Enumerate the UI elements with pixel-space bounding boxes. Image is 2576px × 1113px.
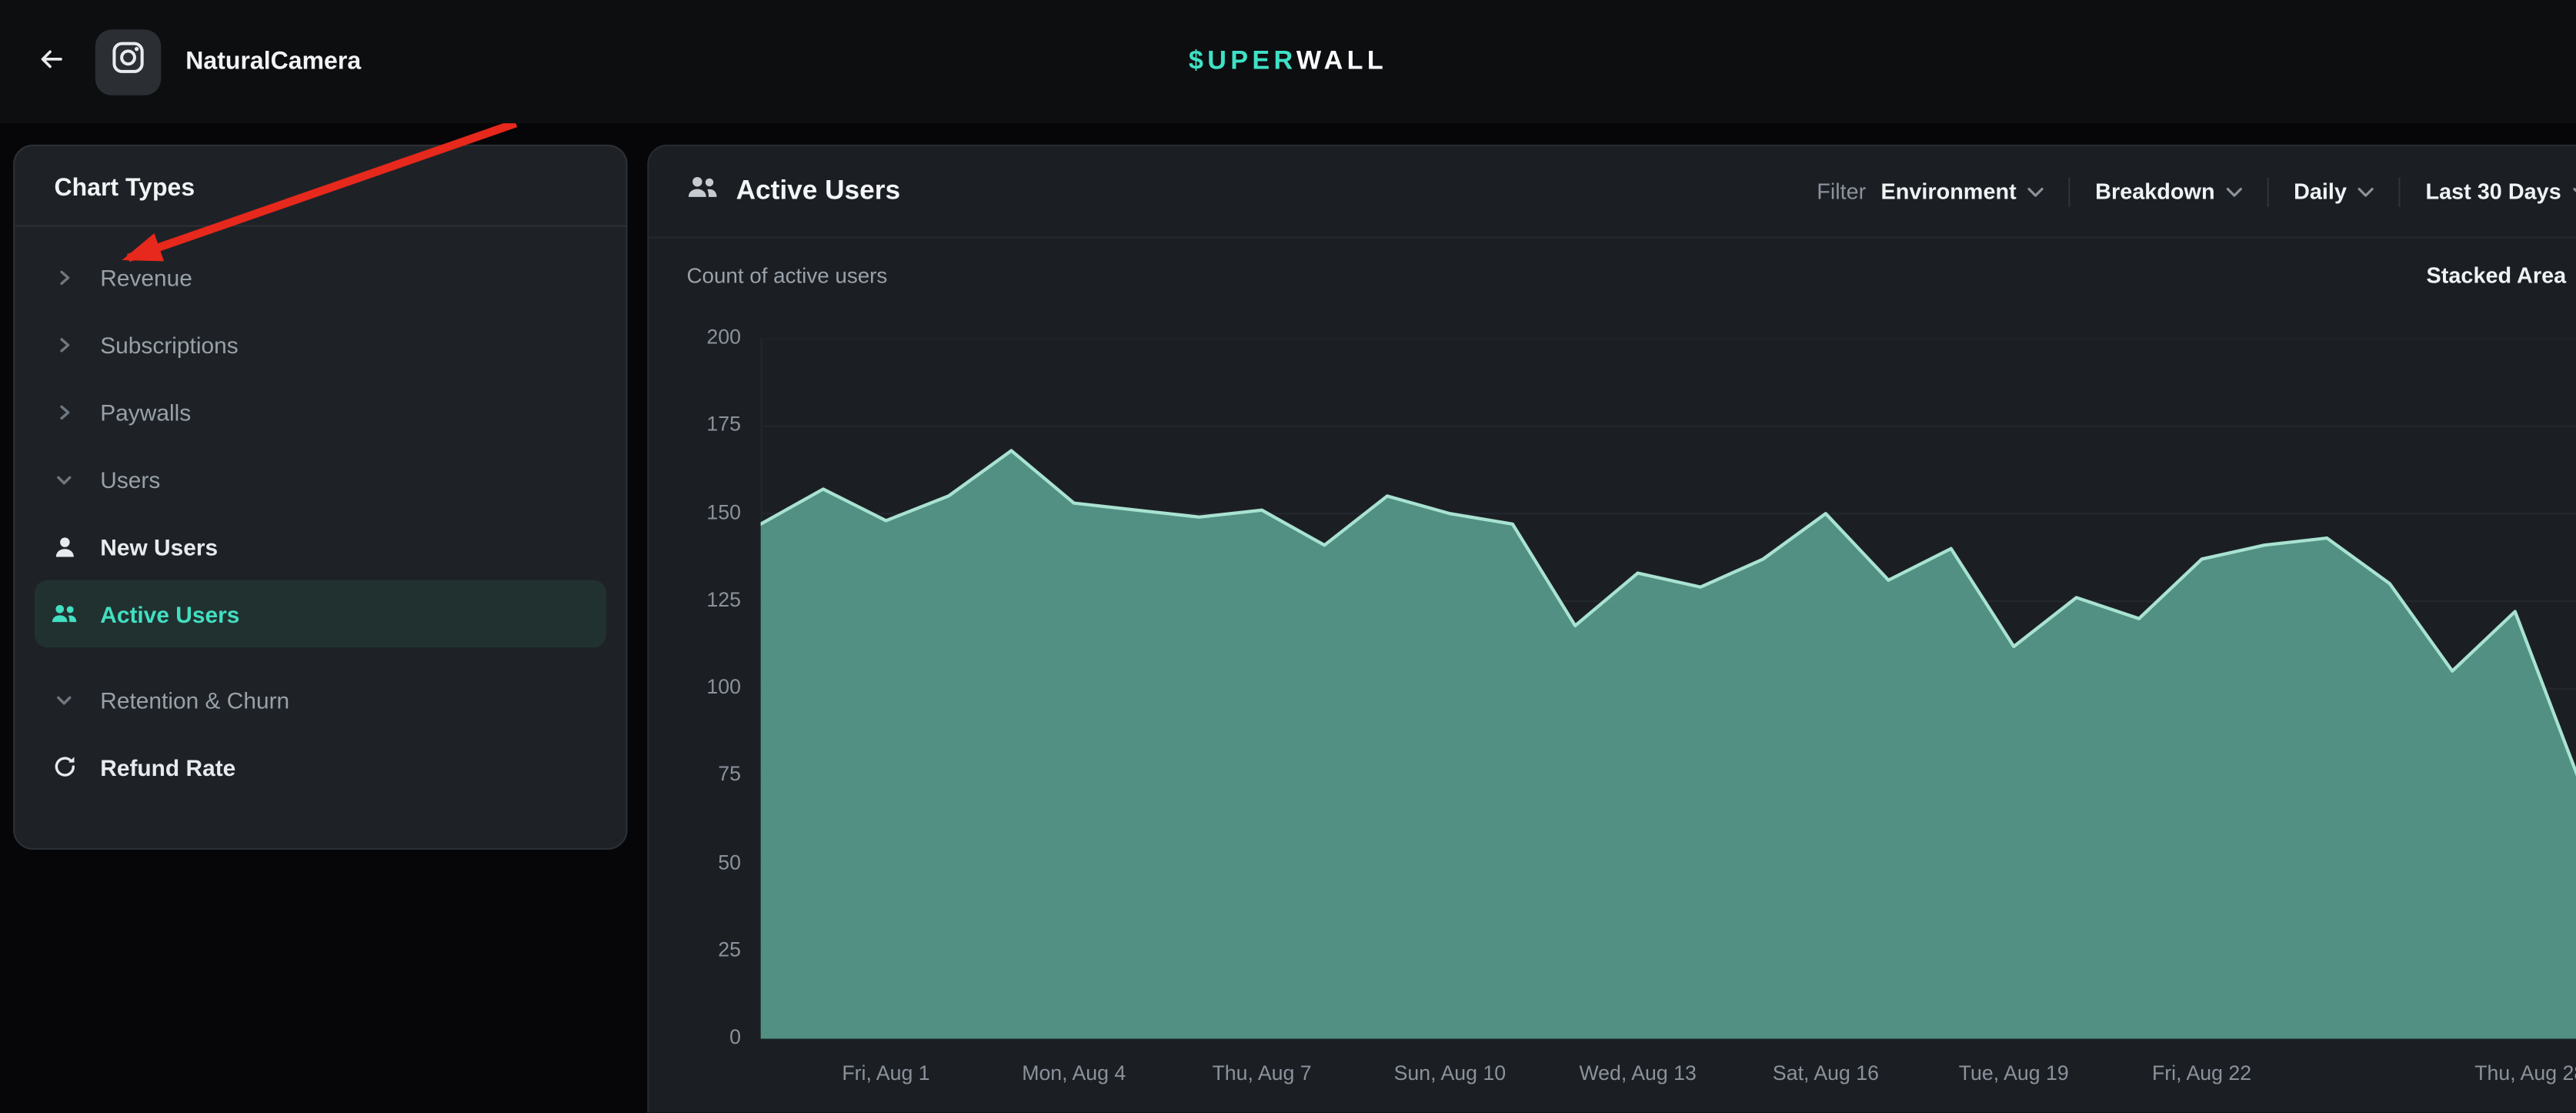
main-title-wrap: Active Users [687,175,901,207]
chevron-down-icon [2573,186,2576,196]
chart-types-panel: Chart Types Revenue Subscriptions Paywal… [13,145,628,850]
chart-type-value: Stacked Area [2427,263,2567,288]
x-tick-label: Fri, Aug 1 [842,1061,929,1085]
sidebar-item-active-users[interactable]: Active Users [35,580,606,648]
sidebar-group-label: Revenue [100,264,192,290]
user-icon [51,535,77,558]
sidebar-group-label: Subscriptions [100,331,238,357]
sidebar-group-label: Paywalls [100,399,191,425]
chevron-right-icon [51,267,77,287]
sub-header: Count of active users Stacked Area [649,239,2576,288]
active-users-chart: 2001751501251007550250 Fri, Aug 1Mon, Au… [649,339,2576,1111]
sidebar-group-subscriptions[interactable]: Subscriptions [35,311,606,379]
sidebar-item-label: Refund Rate [100,754,235,780]
chevron-down-icon [2227,186,2243,196]
arrow-left-icon [36,46,65,78]
y-axis-labels: 2001751501251007550250 [649,339,741,1039]
logo-white-part: WALL [1296,47,1387,75]
camera-icon [110,39,146,84]
breakdown-dropdown[interactable]: Breakdown [2070,179,2267,204]
chart-type-dropdown[interactable]: Stacked Area [2427,263,2576,288]
sidebar-item-refund-rate[interactable]: Refund Rate [35,733,606,800]
x-tick-label: Thu, Aug 7 [1212,1061,1311,1085]
interval-value: Daily [2294,179,2347,204]
sidebar-group-revenue[interactable]: Revenue [35,243,606,311]
app: NaturalCamera $UPERWALL Chart Types Reve… [0,0,2576,1113]
area-chart-svg [761,339,2576,1039]
plot-area [761,339,2576,1039]
superwall-logo: $UPERWALL [1189,47,1387,76]
filter-label: Filter [1817,179,1866,204]
sidebar-group-label: Users [100,466,160,492]
x-tick-label: Sat, Aug 16 [1773,1061,1879,1085]
x-tick-label: Tue, Aug 19 [1959,1061,2069,1085]
y-tick-label: 25 [649,938,741,961]
sidebar-group-paywalls[interactable]: Paywalls [35,378,606,446]
y-tick-label: 75 [649,763,741,786]
interval-dropdown[interactable]: Daily [2269,179,2399,204]
chevron-down-icon [2358,186,2374,196]
x-tick-label: Mon, Aug 4 [1022,1061,1126,1085]
sidebar-item-new-users[interactable]: New Users [35,513,606,580]
chevron-right-icon [51,402,77,422]
chevron-down-icon [51,470,77,490]
y-tick-label: 50 [649,851,741,874]
environment-filter-dropdown[interactable]: Filter Environment [1792,179,2069,204]
main-panel: Active Users Filter Environment Breakdow… [647,145,2576,1113]
sidebar-item-label: Active Users [100,600,239,627]
x-tick-label: Fri, Aug 22 [2152,1061,2251,1085]
chevron-right-icon [51,335,77,355]
y-tick-label: 150 [649,500,741,523]
app-name: NaturalCamera [185,48,361,75]
main-header: Active Users Filter Environment Breakdow… [649,146,2576,239]
sidebar-group-users[interactable]: Users [35,446,606,513]
y-tick-label: 125 [649,588,741,611]
date-range-value: Last 30 Days [2425,179,2561,204]
x-tick-label: Sun, Aug 10 [1394,1061,1506,1085]
chevron-down-icon [2028,186,2044,196]
x-tick-label: Thu, Aug 28 [2474,1061,2576,1085]
logo-teal-part: $UPER [1189,47,1296,75]
sidebar-group-retention-churn[interactable]: Retention & Churn [35,666,606,734]
date-range-dropdown[interactable]: Last 30 Days [2401,179,2576,204]
chart-types-nav: Revenue Subscriptions Paywalls Users New [15,227,626,824]
y-tick-label: 100 [649,676,741,699]
sidebar-group-label: Retention & Churn [100,686,289,712]
chart-subtitle: Count of active users [687,263,888,288]
content-area: Chart Types Revenue Subscriptions Paywal… [0,123,2576,1112]
chevron-down-icon [51,690,77,710]
app-icon [95,28,161,94]
topbar: NaturalCamera $UPERWALL [0,0,2576,123]
environment-value: Environment [1881,179,2017,204]
x-axis-labels: Fri, Aug 1 Mon, Aug 4 Thu, Aug 7 Sun, Aug 1… [761,1061,2576,1095]
x-tick-label: Wed, Aug 13 [1579,1061,1696,1085]
y-tick-label: 0 [649,1025,741,1048]
panel-title: Chart Types [15,146,626,225]
users-icon [51,603,77,625]
chart-controls: Filter Environment Breakdown Daily [1792,177,2576,206]
y-tick-label: 200 [649,326,741,349]
breakdown-label: Breakdown [2095,179,2214,204]
y-tick-label: 175 [649,413,741,436]
sidebar-item-label: New Users [100,533,218,560]
refresh-icon [51,754,77,779]
back-button[interactable] [36,46,65,78]
page-title: Active Users [736,175,900,207]
users-icon [687,175,719,207]
